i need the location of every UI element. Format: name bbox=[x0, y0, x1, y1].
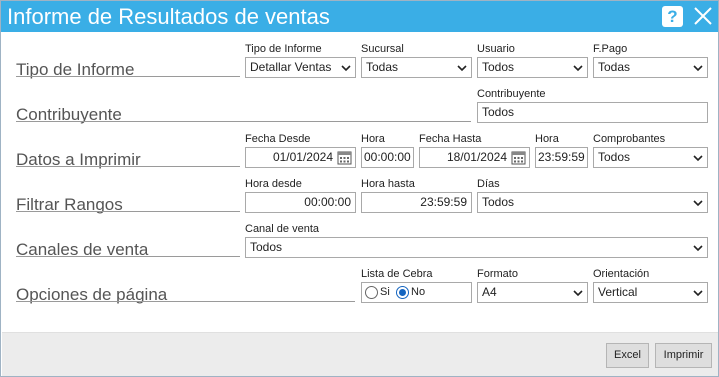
canal-venta-value: Todos bbox=[250, 240, 283, 254]
cebra-si-radio[interactable] bbox=[365, 286, 378, 299]
canal-venta-label: Canal de venta bbox=[245, 223, 319, 235]
help-button[interactable]: ? bbox=[662, 6, 683, 27]
dias-label: Días bbox=[477, 178, 500, 190]
orientacion-select[interactable]: Vertical bbox=[593, 282, 708, 303]
section-filtrar-rangos: Filtrar Rangos bbox=[16, 195, 123, 214]
dias-value: Todos bbox=[482, 195, 515, 209]
sucursal-select[interactable]: Todas bbox=[361, 57, 472, 78]
fecha-hasta-input[interactable]: 18/01/2024 bbox=[419, 147, 530, 168]
imprimir-button[interactable]: Imprimir bbox=[655, 343, 712, 368]
hora-desde-label: Hora bbox=[361, 133, 385, 145]
calendar-icon[interactable] bbox=[511, 150, 526, 165]
section-divider bbox=[16, 121, 471, 122]
orientacion-label: Orientación bbox=[593, 268, 650, 280]
cebra-no-label[interactable]: No bbox=[411, 283, 425, 302]
chevron-down-icon bbox=[457, 65, 467, 72]
fpago-label: F.Pago bbox=[593, 43, 628, 55]
sucursal-label: Sucursal bbox=[361, 43, 404, 55]
tipo-informe-value: Detallar Ventas bbox=[250, 60, 332, 74]
hora-hasta-input[interactable]: 23:59:59 bbox=[535, 147, 588, 168]
hora-hasta-value: 23:59:59 bbox=[538, 150, 585, 164]
dialog-title: Informe de Resultados de ventas bbox=[7, 4, 330, 29]
section-canales-venta: Canales de venta bbox=[16, 240, 149, 259]
rango-hora-hasta-value: 23:59:59 bbox=[420, 195, 467, 209]
excel-button[interactable]: Excel bbox=[606, 343, 649, 368]
usuario-label: Usuario bbox=[477, 43, 515, 55]
formato-select[interactable]: A4 bbox=[477, 282, 588, 303]
dialog-footer: Excel Imprimir bbox=[2, 332, 718, 376]
cebra-si-label[interactable]: Si bbox=[380, 283, 390, 302]
formato-label: Formato bbox=[477, 268, 518, 280]
orientacion-value: Vertical bbox=[598, 285, 638, 299]
section-datos-imprimir: Datos a Imprimir bbox=[16, 150, 141, 169]
usuario-select[interactable]: Todos bbox=[477, 57, 588, 78]
chevron-down-icon bbox=[573, 290, 583, 297]
section-divider bbox=[16, 301, 355, 302]
report-dialog: Informe de Resultados de ventas ? Tipo d… bbox=[0, 0, 719, 377]
comprobantes-value: Todos bbox=[598, 150, 631, 164]
fpago-value: Todas bbox=[598, 60, 631, 74]
canal-venta-select[interactable]: Todos bbox=[245, 237, 708, 258]
calendar-icon[interactable] bbox=[337, 150, 352, 165]
chevron-down-icon bbox=[693, 65, 703, 72]
tipo-informe-label: Tipo de Informe bbox=[245, 43, 322, 55]
section-divider bbox=[16, 211, 240, 212]
chevron-down-icon bbox=[573, 65, 583, 72]
contribuyente-value: Todos bbox=[482, 105, 515, 119]
section-divider bbox=[16, 166, 240, 167]
hora-desde-input[interactable]: 00:00:00 bbox=[361, 147, 414, 168]
section-opciones-pagina: Opciones de página bbox=[16, 285, 168, 304]
fpago-select[interactable]: Todas bbox=[593, 57, 708, 78]
cebra-no-radio[interactable] bbox=[396, 286, 409, 299]
chevron-down-icon bbox=[693, 245, 703, 252]
tipo-informe-select[interactable]: Detallar Ventas bbox=[245, 57, 356, 78]
rango-hora-hasta-input[interactable]: 23:59:59 bbox=[361, 192, 472, 213]
rango-hora-desde-value: 00:00:00 bbox=[304, 195, 351, 209]
close-icon[interactable] bbox=[692, 5, 714, 27]
rango-hora-desde-label: Hora desde bbox=[245, 178, 302, 190]
lista-cebra-label: Lista de Cebra bbox=[361, 268, 433, 280]
comprobantes-select[interactable]: Todos bbox=[593, 147, 708, 168]
lista-cebra-group: Si No bbox=[361, 282, 472, 303]
hora-desde-value: 00:00:00 bbox=[364, 150, 411, 164]
formato-value: A4 bbox=[482, 285, 497, 299]
chevron-down-icon bbox=[693, 200, 703, 207]
fecha-desde-label: Fecha Desde bbox=[245, 133, 311, 145]
section-tipo-informe: Tipo de Informe bbox=[16, 60, 135, 79]
fecha-desde-value: 01/01/2024 bbox=[272, 150, 333, 164]
section-divider bbox=[16, 256, 240, 257]
section-divider bbox=[16, 76, 240, 77]
fecha-desde-input[interactable]: 01/01/2024 bbox=[245, 147, 356, 168]
chevron-down-icon bbox=[693, 155, 703, 162]
usuario-value: Todos bbox=[482, 60, 515, 74]
rango-hora-desde-input[interactable]: 00:00:00 bbox=[245, 192, 356, 213]
chevron-down-icon bbox=[341, 65, 351, 72]
section-contribuyente: Contribuyente bbox=[16, 105, 122, 124]
fecha-hasta-label: Fecha Hasta bbox=[419, 133, 482, 145]
hora-hasta-label: Hora bbox=[535, 133, 559, 145]
rango-hora-hasta-label: Hora hasta bbox=[361, 178, 415, 190]
comprobantes-label: Comprobantes bbox=[593, 133, 666, 145]
dias-select[interactable]: Todos bbox=[477, 192, 708, 213]
contribuyente-select[interactable]: Todos bbox=[477, 102, 708, 123]
sucursal-value: Todas bbox=[366, 60, 399, 74]
title-bar: Informe de Resultados de ventas ? bbox=[1, 1, 718, 32]
chevron-down-icon bbox=[693, 290, 703, 297]
contribuyente-label: Contribuyente bbox=[477, 88, 546, 100]
fecha-hasta-value: 18/01/2024 bbox=[446, 150, 507, 164]
